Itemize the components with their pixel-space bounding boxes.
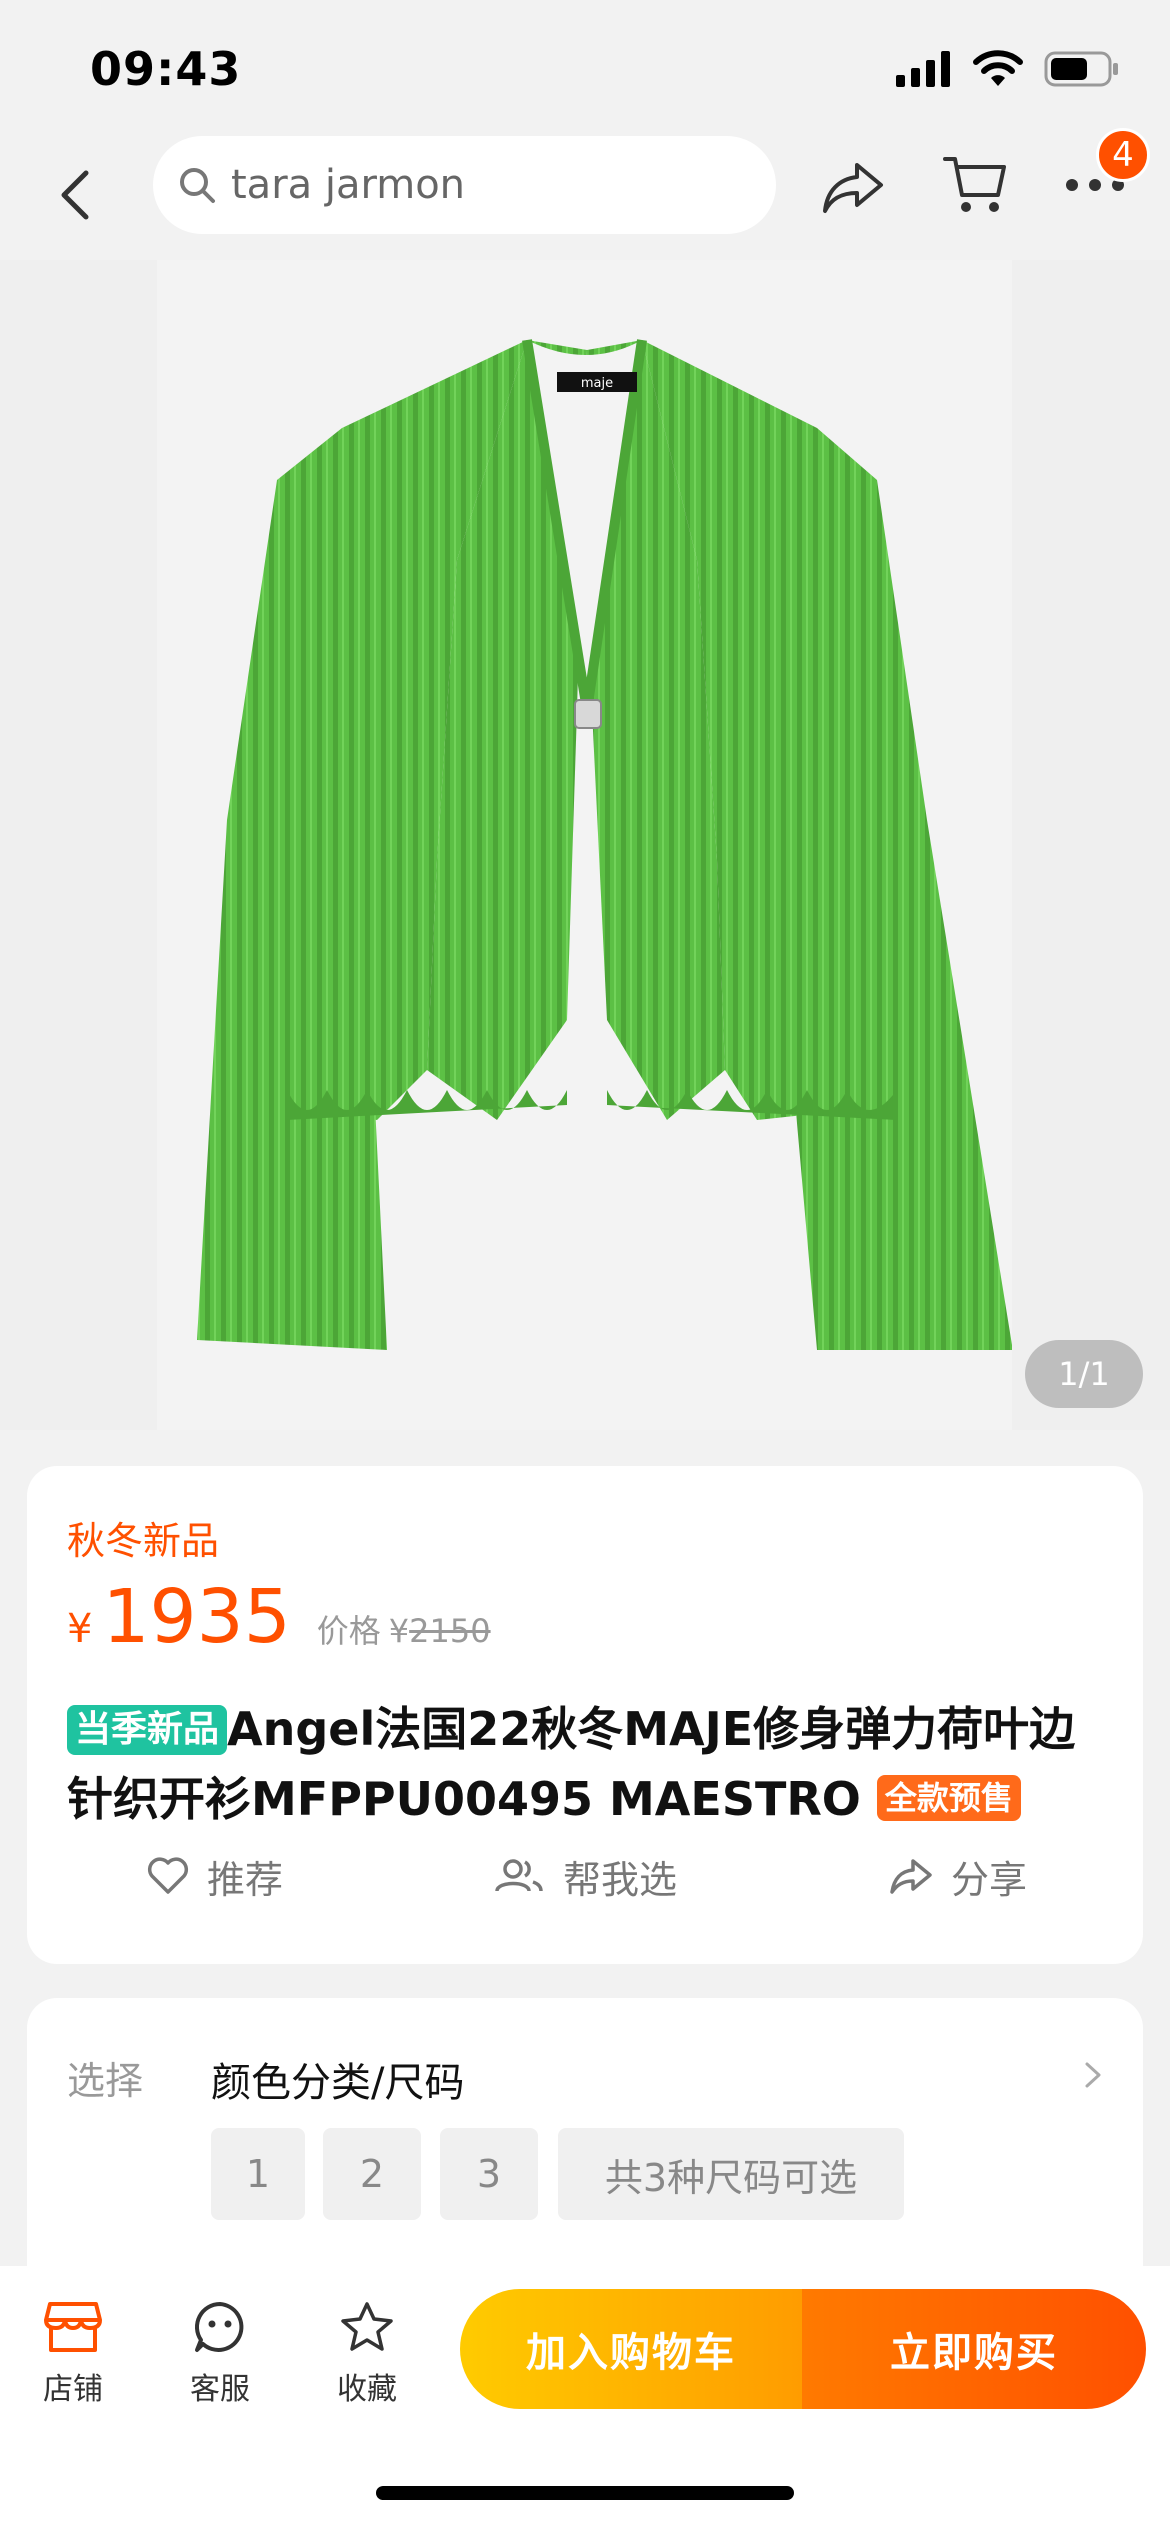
- status-icons: [896, 50, 1120, 88]
- select-value: 颜色分类/尺码: [211, 2060, 465, 2106]
- chevron-right-icon: [1085, 2062, 1101, 2088]
- add-to-cart-button[interactable]: 加入购物车: [460, 2289, 802, 2409]
- season-tag: 秋冬新品: [67, 1519, 220, 1563]
- size-option-3[interactable]: 3: [440, 2128, 538, 2220]
- store-tab[interactable]: 店铺: [18, 2300, 128, 2420]
- share-button[interactable]: [818, 152, 888, 222]
- status-time: 09:43: [90, 42, 242, 96]
- wifi-icon: [973, 50, 1023, 86]
- heart-icon: [147, 1857, 189, 1894]
- presale-badge: 全款预售: [876, 1775, 1021, 1821]
- size-option-2[interactable]: 2: [323, 2128, 421, 2220]
- recommend-button[interactable]: 推荐: [147, 1836, 283, 1916]
- favorite-tab[interactable]: 收藏: [312, 2300, 422, 2420]
- product-info-card: 秋冬新品 ¥ 1935 价格 ¥ 2150 当季新品 Angel法国22秋冬MAJ…: [27, 1466, 1143, 1964]
- product-title: 当季新品 Angel法国22秋冬MAJE修身弹力荷叶边针织开衫MFPPU00495…: [67, 1694, 1107, 1834]
- buy-now-button[interactable]: 立即购买: [802, 2289, 1146, 2409]
- store-icon: [44, 2302, 102, 2352]
- price-currency: ¥: [67, 1606, 93, 1652]
- help-choose-button[interactable]: 帮我选: [493, 1836, 677, 1916]
- status-bar: 09:43: [0, 0, 1170, 140]
- search-icon: [180, 168, 215, 203]
- green-cardigan-image: maje: [197, 339, 1012, 1350]
- customer-service-label: 客服: [190, 2372, 250, 2407]
- share-icon: [890, 1859, 932, 1894]
- recommend-label: 推荐: [207, 1857, 284, 1902]
- help-choose-label: 帮我选: [563, 1857, 678, 1902]
- chevron-left-icon: [61, 170, 89, 220]
- chat-face-icon: [195, 2301, 244, 2352]
- customer-service-tab[interactable]: 客服: [165, 2300, 275, 2420]
- favorite-label: 收藏: [337, 2372, 397, 2407]
- star-icon: [341, 2302, 393, 2351]
- original-price-value: 2150: [409, 1612, 491, 1650]
- nav-bar: tara jarmon 4: [0, 128, 1170, 255]
- share-label: 分享: [951, 1857, 1028, 1902]
- cart-button[interactable]: [940, 150, 1010, 220]
- size-option-1[interactable]: 1: [211, 2128, 305, 2220]
- share-icon: [823, 163, 883, 213]
- image-page-indicator: 1/1: [1025, 1340, 1143, 1408]
- purchase-buttons: 加入购物车 立即购买: [460, 2289, 1146, 2409]
- battery-icon: [1044, 51, 1118, 87]
- home-indicator[interactable]: [376, 2486, 794, 2500]
- people-icon: [495, 1859, 543, 1892]
- original-price-label: 价格: [316, 1612, 381, 1650]
- brand-label: maje: [581, 376, 613, 391]
- original-price-currency: ¥: [388, 1612, 410, 1650]
- message-count-badge: 4: [1096, 128, 1150, 182]
- back-button[interactable]: [45, 155, 105, 235]
- product-image[interactable]: maje: [157, 260, 1012, 1430]
- price-value: 1935: [102, 1574, 291, 1660]
- new-season-badge: 当季新品: [67, 1705, 228, 1755]
- search-input[interactable]: tara jarmon: [153, 136, 776, 234]
- store-label: 店铺: [43, 2372, 103, 2407]
- search-text: tara jarmon: [231, 162, 466, 208]
- cart-icon: [943, 157, 1006, 212]
- sku-select-card[interactable]: 选择 颜色分类/尺码 1 2 3 共3种尺码可选: [27, 1998, 1143, 2298]
- share-action-button[interactable]: 分享: [889, 1836, 1027, 1916]
- signal-icon: [896, 51, 950, 87]
- size-summary[interactable]: 共3种尺码可选: [558, 2128, 904, 2220]
- product-gallery[interactable]: maje 1/1: [0, 260, 1170, 1430]
- price-row: ¥ 1935 价格 ¥ 2150: [67, 1574, 491, 1660]
- select-label: 选择: [67, 2059, 144, 2103]
- product-actions: 推荐 帮我选 分享: [27, 1836, 1143, 1916]
